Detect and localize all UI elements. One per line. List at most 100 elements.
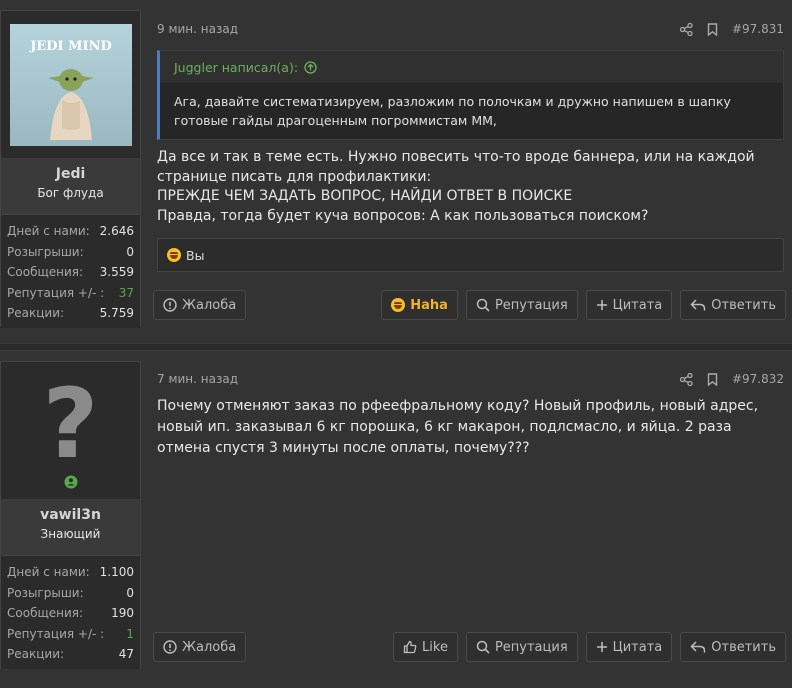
quote-text: Ага, давайте систематизируем, разложим п… bbox=[160, 83, 783, 139]
username[interactable]: Jedi bbox=[1, 166, 140, 182]
reply-button[interactable]: Ответить bbox=[680, 632, 786, 662]
stat-key: Репутация +/- : bbox=[7, 285, 105, 300]
stat-row: Розыгрыши: 0 bbox=[7, 242, 134, 263]
user-title-block: vawil3n Знающий bbox=[1, 500, 140, 556]
post-actions: Жалоба Like Репутация Цитата Ответить bbox=[153, 632, 786, 662]
post: JEDI MIND Jedi Бог флуда Дней с нами: 2.6… bbox=[0, 0, 792, 343]
bookmark-icon[interactable] bbox=[707, 22, 718, 36]
quote-label: Цитата bbox=[612, 297, 663, 313]
post-meta: 7 мин. назад #97.832 bbox=[157, 370, 784, 388]
reputation-value: 1 bbox=[126, 626, 134, 641]
user-title-block: Jedi Бог флуда bbox=[1, 159, 140, 215]
post: ? vawil3n Знающий Дней с нами: 1.100 Розы… bbox=[0, 351, 792, 688]
plus-icon bbox=[596, 300, 607, 310]
reaction-users[interactable]: Вы bbox=[186, 248, 204, 263]
quote-author[interactable]: Juggler написал(а): bbox=[174, 60, 298, 75]
stat-row: Реакции: 5.759 bbox=[7, 303, 134, 324]
post-time[interactable]: 7 мин. назад bbox=[157, 372, 238, 386]
message-line: Почему отменяют заказ по рфеефральному к… bbox=[157, 398, 759, 456]
reputation-button[interactable]: Репутация bbox=[465, 290, 578, 320]
quote-button[interactable]: Цитата bbox=[585, 290, 673, 320]
stat-key: Сообщения: bbox=[7, 606, 84, 620]
report-label: Жалоба bbox=[182, 639, 237, 655]
stat-row: Сообщения: 190 bbox=[7, 603, 134, 624]
stat-row: Реакции: 47 bbox=[7, 644, 134, 665]
stat-key: Розыгрыши: bbox=[7, 585, 84, 600]
haha-emoji-icon bbox=[391, 298, 406, 312]
post-message: Почему отменяют заказ по рфеефральному к… bbox=[157, 396, 784, 459]
bookmark-icon[interactable] bbox=[707, 372, 718, 386]
reply-icon bbox=[690, 299, 706, 311]
quote-header[interactable]: Juggler написал(а): bbox=[160, 51, 783, 83]
thumbs-up-icon bbox=[403, 640, 417, 654]
user-stats: Дней с нами: 2.646 Розыгрыши: 0 Сообщения:… bbox=[1, 215, 140, 328]
stat-row: Розыгрыши: 0 bbox=[7, 583, 134, 604]
message-line: Да все и так в теме есть. Нужно повесить… bbox=[157, 149, 755, 185]
avatar[interactable]: ? bbox=[1, 362, 140, 500]
reply-icon bbox=[690, 641, 706, 653]
alert-circle-icon bbox=[163, 298, 177, 312]
stat-value: 0 bbox=[126, 585, 134, 600]
report-button[interactable]: Жалоба bbox=[153, 632, 247, 662]
reply-button[interactable]: Ответить bbox=[680, 290, 786, 320]
post-content: 7 мин. назад #97.832 Почему отменяют зак… bbox=[157, 370, 784, 459]
quote-button[interactable]: Цитата bbox=[585, 632, 673, 662]
report-button[interactable]: Жалоба bbox=[153, 290, 247, 320]
quote-block: Juggler написал(а): Ага, давайте система… bbox=[157, 50, 784, 140]
post-content: 9 мин. назад #97.831 Juggler написал(а):… bbox=[157, 20, 784, 226]
user-stats: Дней с нами: 1.100 Розыгрыши: 0 Сообщения:… bbox=[1, 556, 140, 669]
stat-row: Репутация +/- : 37 bbox=[7, 283, 134, 304]
reactions-bar[interactable]: Вы bbox=[157, 238, 784, 272]
stat-value: 2.646 bbox=[99, 224, 134, 238]
post-number[interactable]: #97.832 bbox=[732, 372, 784, 386]
search-icon bbox=[476, 298, 490, 312]
stat-value: 3.559 bbox=[99, 265, 134, 279]
arrow-up-circle-icon[interactable] bbox=[304, 60, 317, 74]
share-icon[interactable] bbox=[679, 372, 693, 386]
stat-key: Реакции: bbox=[7, 647, 65, 661]
reply-label: Ответить bbox=[711, 297, 776, 313]
report-label: Жалоба bbox=[182, 297, 237, 313]
avatar-text: JEDI MIND bbox=[29, 39, 112, 54]
reputation-label: Репутация bbox=[494, 297, 568, 313]
username[interactable]: vawil3n bbox=[1, 507, 140, 523]
stat-value: 0 bbox=[126, 244, 134, 259]
stat-row: Дней с нами: 2.646 bbox=[7, 221, 134, 242]
reputation-value: 37 bbox=[118, 285, 134, 300]
post-number[interactable]: #97.831 bbox=[732, 22, 784, 36]
stat-key: Розыгрыши: bbox=[7, 244, 84, 259]
stat-value: 190 bbox=[111, 606, 134, 620]
post-actions: Жалоба Haha Репутация Цитата Ответить bbox=[153, 290, 786, 320]
post-message: Да все и так в теме есть. Нужно повесить… bbox=[157, 148, 784, 226]
post-separator bbox=[0, 343, 792, 351]
quote-label: Цитата bbox=[612, 639, 663, 655]
react-button[interactable]: Haha bbox=[381, 290, 458, 320]
avatar-image: JEDI MIND bbox=[9, 23, 132, 146]
online-status-icon bbox=[64, 475, 78, 489]
reply-label: Ответить bbox=[711, 639, 776, 655]
message-line: ПРЕЖДЕ ЧЕМ ЗАДАТЬ ВОПРОС, НАЙДИ ОТВЕТ В … bbox=[157, 188, 573, 204]
stat-row: Дней с нами: 1.100 bbox=[7, 562, 134, 583]
stat-key: Реакции: bbox=[7, 306, 65, 320]
avatar-placeholder: ? bbox=[42, 367, 99, 480]
stat-key: Репутация +/- : bbox=[7, 626, 105, 641]
stat-row: Репутация +/- : 1 bbox=[7, 624, 134, 645]
post-time[interactable]: 9 мин. назад bbox=[157, 22, 238, 36]
user-rank: Бог флуда bbox=[37, 186, 104, 200]
avatar[interactable]: JEDI MIND bbox=[1, 11, 140, 159]
share-icon[interactable] bbox=[679, 22, 693, 36]
haha-emoji-icon bbox=[167, 248, 181, 262]
stat-value: 5.759 bbox=[99, 306, 134, 320]
user-rank: Знающий bbox=[40, 527, 101, 541]
reputation-button[interactable]: Репутация bbox=[465, 632, 578, 662]
like-button[interactable]: Like bbox=[393, 632, 458, 662]
post-meta: 9 мин. назад #97.831 bbox=[157, 20, 784, 38]
stat-key: Дней с нами: bbox=[7, 565, 90, 579]
stat-key: Дней с нами: bbox=[7, 224, 90, 238]
stat-key: Сообщения: bbox=[7, 265, 84, 279]
stat-row: Сообщения: 3.559 bbox=[7, 262, 134, 283]
reputation-label: Репутация bbox=[494, 639, 568, 655]
stat-value: 47 bbox=[118, 647, 134, 661]
user-card: JEDI MIND Jedi Бог флуда Дней с нами: 2.6… bbox=[0, 10, 141, 328]
stat-value: 1.100 bbox=[99, 565, 134, 579]
